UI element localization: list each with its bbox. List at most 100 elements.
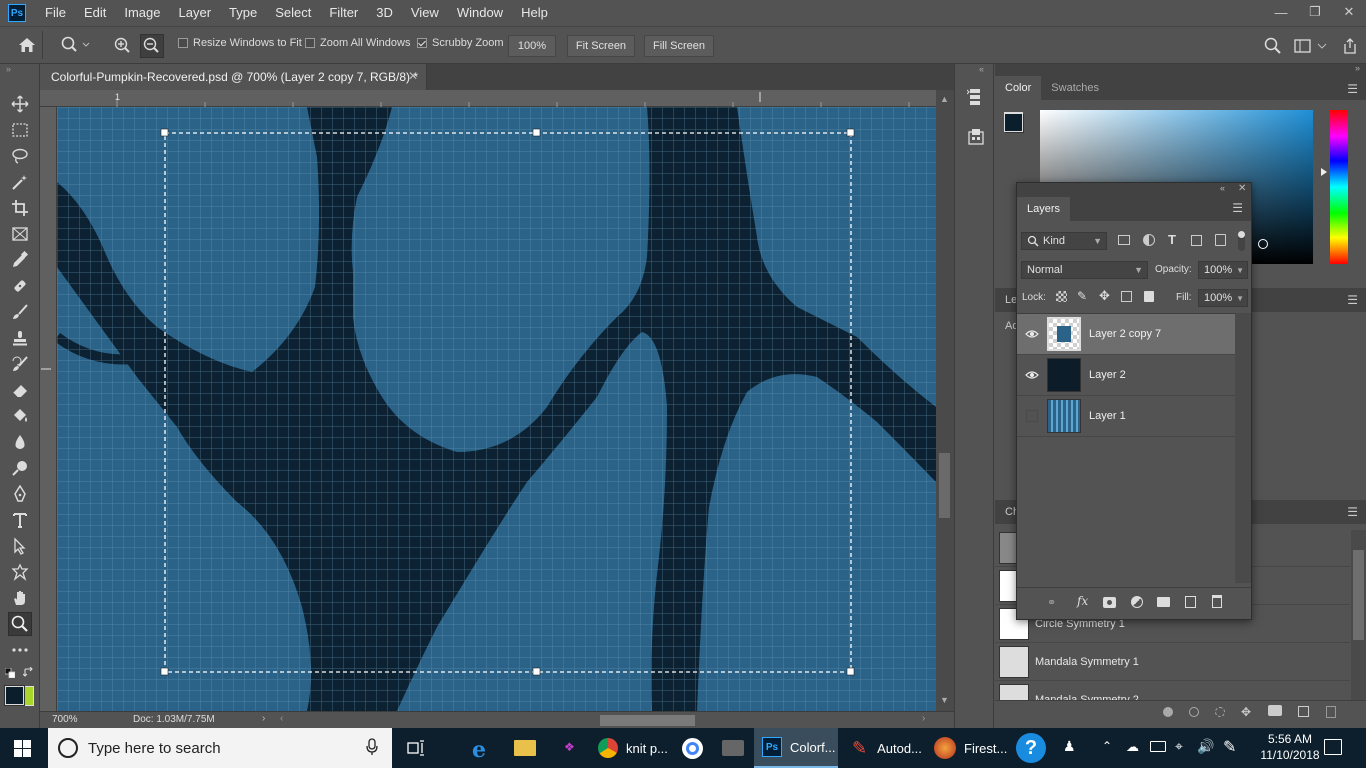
zoom-tool-icon[interactable] bbox=[60, 36, 90, 54]
vertical-ruler[interactable] bbox=[40, 107, 57, 711]
battery-icon[interactable] bbox=[1150, 741, 1166, 752]
home-icon[interactable] bbox=[18, 37, 36, 53]
pen-tool-icon[interactable] bbox=[8, 482, 32, 506]
lasso-tool-icon[interactable] bbox=[8, 144, 32, 168]
task-view-icon[interactable] bbox=[407, 739, 425, 757]
properties-panel-icon[interactable] bbox=[967, 128, 985, 146]
add-mask-icon[interactable] bbox=[1103, 597, 1116, 608]
restore-button[interactable]: ❐ bbox=[1298, 0, 1332, 24]
tab-layers[interactable]: Layers bbox=[1017, 197, 1071, 221]
close-button[interactable]: ✕ bbox=[1332, 0, 1366, 24]
marquee-tool-icon[interactable] bbox=[8, 118, 32, 142]
move-icon[interactable]: ✥ bbox=[1241, 705, 1251, 719]
share-icon[interactable] bbox=[1342, 37, 1358, 55]
expand-dock-icon[interactable]: « bbox=[979, 64, 984, 74]
new-snapshot-outline-icon[interactable] bbox=[1189, 707, 1199, 717]
action-center-icon[interactable] bbox=[1324, 739, 1342, 755]
layer-row-layer-2[interactable]: Layer 2 bbox=[1017, 355, 1236, 396]
lock-position-icon[interactable]: ✥ bbox=[1099, 288, 1110, 304]
layers-scrollbar[interactable] bbox=[1235, 313, 1251, 583]
history-brush-tool-icon[interactable] bbox=[8, 352, 32, 376]
magic-wand-tool-icon[interactable] bbox=[8, 170, 32, 194]
layers-menu-icon[interactable]: ☰ bbox=[1232, 201, 1243, 215]
history-panel-icon[interactable] bbox=[967, 88, 983, 108]
app-icon[interactable]: ❖ bbox=[564, 740, 575, 754]
search-icon[interactable] bbox=[1264, 37, 1282, 55]
app-icon[interactable] bbox=[722, 740, 744, 756]
trash-icon[interactable] bbox=[1326, 706, 1336, 718]
menu-help[interactable]: Help bbox=[512, 0, 557, 26]
healing-brush-tool-icon[interactable] bbox=[8, 274, 32, 298]
visibility-toggle[interactable] bbox=[1017, 396, 1047, 437]
scroll-down-icon[interactable]: ▼ bbox=[940, 695, 949, 705]
type-tool-icon[interactable] bbox=[8, 508, 32, 532]
history-panel-menu-icon[interactable]: ☰ bbox=[1347, 505, 1358, 519]
adjustment-filter-icon[interactable] bbox=[1143, 234, 1155, 246]
chevron-up-icon[interactable]: ⌃ bbox=[1102, 739, 1112, 753]
close-layers-panel-icon[interactable]: ✕ bbox=[1238, 183, 1246, 194]
new-snapshot-fill-icon[interactable] bbox=[1163, 707, 1173, 717]
crop-tool-icon[interactable] bbox=[8, 196, 32, 220]
horizontal-ruler[interactable]: 1 bbox=[40, 90, 936, 107]
color-picker-cursor[interactable] bbox=[1258, 239, 1268, 249]
resize-windows-box[interactable] bbox=[178, 38, 188, 48]
menu-window[interactable]: Window bbox=[448, 0, 512, 26]
volume-icon[interactable]: 🔊 bbox=[1197, 738, 1214, 755]
layer-row-layer-2-copy-7[interactable]: Layer 2 copy 7 bbox=[1017, 314, 1236, 355]
tab-swatches[interactable]: Swatches bbox=[1041, 76, 1109, 100]
delete-layer-icon[interactable] bbox=[1212, 595, 1222, 608]
taskbar-photoshop[interactable]: Ps Colorf... bbox=[754, 728, 838, 768]
blend-mode-select[interactable]: Normal ▼ bbox=[1021, 261, 1148, 279]
pixel-filter-icon[interactable] bbox=[1118, 235, 1130, 245]
list-item[interactable]: Mandala Symmetry 1 bbox=[995, 644, 1350, 681]
zoom-100-button[interactable]: 100% bbox=[508, 35, 556, 57]
scroll-left-icon[interactable]: ‹ bbox=[280, 713, 283, 724]
new-document-icon[interactable] bbox=[1298, 706, 1309, 717]
fit-screen-button[interactable]: Fit Screen bbox=[567, 35, 635, 57]
collapse-layers-icon[interactable]: « bbox=[1220, 183, 1225, 193]
microphone-icon[interactable] bbox=[366, 738, 378, 756]
vertical-scrollbar[interactable]: ▲ ▼ bbox=[936, 90, 954, 711]
taskbar-search-box[interactable]: Type here to search bbox=[48, 728, 392, 768]
history-scroll-thumb[interactable] bbox=[1353, 550, 1364, 640]
color-panel-menu-icon[interactable]: ☰ bbox=[1347, 82, 1358, 96]
collapse-tools-icon[interactable]: » bbox=[6, 64, 11, 74]
shape-tool-icon[interactable] bbox=[8, 560, 32, 584]
dashed-circle-icon[interactable] bbox=[1215, 707, 1225, 717]
google-app-icon[interactable] bbox=[682, 738, 703, 759]
layer-row-layer-1[interactable]: Layer 1 bbox=[1017, 396, 1236, 437]
people-icon[interactable]: ♟ bbox=[1063, 738, 1076, 755]
hand-tool-icon[interactable] bbox=[8, 586, 32, 610]
hue-slider[interactable] bbox=[1330, 110, 1348, 264]
menu-3d[interactable]: 3D bbox=[367, 0, 402, 26]
camera-icon[interactable] bbox=[1268, 705, 1282, 716]
paint-bucket-tool-icon[interactable] bbox=[8, 404, 32, 428]
scroll-right-icon[interactable]: › bbox=[922, 713, 925, 724]
menu-layer[interactable]: Layer bbox=[170, 0, 221, 26]
link-layers-icon[interactable]: ⚭ bbox=[1047, 596, 1056, 609]
more-tools-icon[interactable] bbox=[8, 638, 32, 662]
scroll-up-icon[interactable]: ▲ bbox=[940, 94, 949, 104]
zoom-level[interactable]: 700% bbox=[52, 714, 78, 725]
menu-view[interactable]: View bbox=[402, 0, 448, 26]
adjustment-layer-icon[interactable] bbox=[1131, 596, 1143, 608]
foreground-color-swatch[interactable] bbox=[5, 686, 24, 705]
scrubby-zoom-checkbox[interactable]: Scrubby Zoom bbox=[417, 37, 504, 49]
windows-start-icon[interactable] bbox=[14, 740, 31, 757]
blur-tool-icon[interactable] bbox=[8, 430, 32, 454]
zoom-tool-selected-icon[interactable] bbox=[8, 612, 32, 636]
fx-icon[interactable]: fx bbox=[1077, 594, 1088, 608]
clone-stamp-tool-icon[interactable] bbox=[8, 326, 32, 350]
menu-type[interactable]: Type bbox=[220, 0, 266, 26]
clock[interactable]: 5:56 AM 11/10/2018 bbox=[1258, 731, 1322, 763]
horizontal-scroll-thumb[interactable] bbox=[600, 715, 695, 726]
menu-select[interactable]: Select bbox=[266, 0, 320, 26]
new-layer-icon[interactable] bbox=[1185, 596, 1196, 608]
eyedropper-tool-icon[interactable] bbox=[8, 248, 32, 272]
menu-image[interactable]: Image bbox=[115, 0, 169, 26]
fill-screen-button[interactable]: Fill Screen bbox=[644, 35, 714, 57]
zoom-in-icon[interactable] bbox=[114, 37, 132, 55]
document-tab[interactable]: Colorful-Pumpkin-Recovered.psd @ 700% (L… bbox=[42, 64, 427, 90]
eye-icon[interactable] bbox=[1017, 314, 1047, 355]
opacity-input[interactable]: 100% ▼ bbox=[1198, 261, 1248, 279]
